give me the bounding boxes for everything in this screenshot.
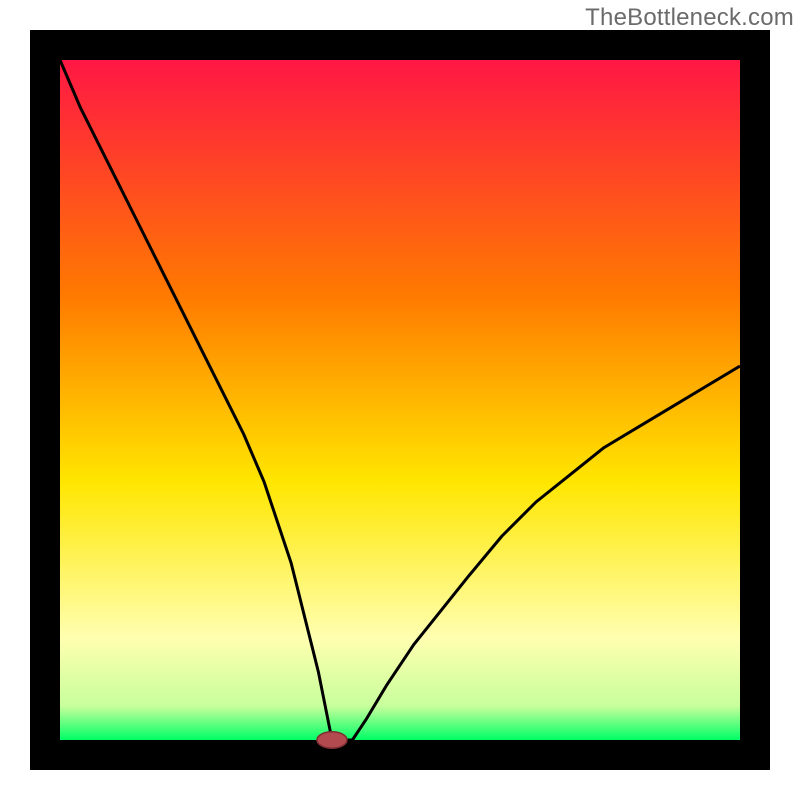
curve-minimum-marker bbox=[317, 732, 347, 748]
bottleneck-chart bbox=[30, 30, 770, 770]
plot-gradient-bg bbox=[60, 60, 740, 740]
watermark-text: TheBottleneck.com bbox=[585, 4, 794, 32]
